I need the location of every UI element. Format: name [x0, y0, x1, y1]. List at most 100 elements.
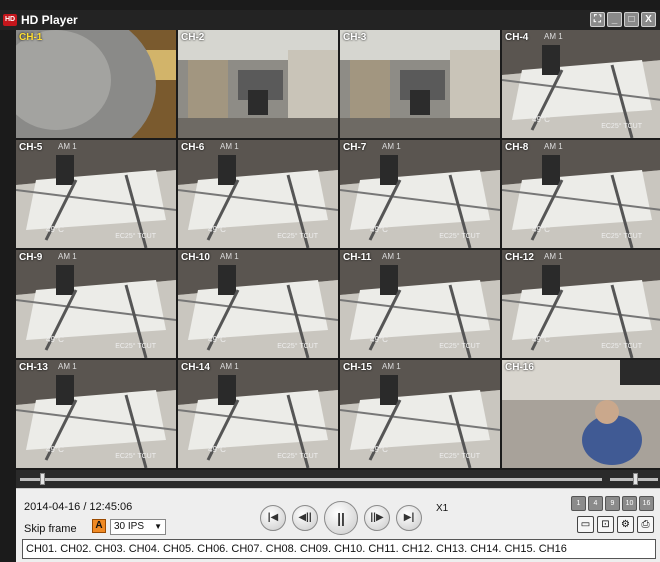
osd-mode-text: AM 1 [544, 252, 563, 261]
video-tile-ch14[interactable]: CH-14 AM 1 49°C EC25° TCUT [178, 360, 338, 468]
channel-label: CH-11 [343, 252, 372, 263]
osd-secondary-text: EC25° TCUT [277, 453, 318, 460]
video-tile-ch13[interactable]: CH-13 AM 1 49°C EC25° TCUT [16, 360, 176, 468]
osd-secondary-text: EC25° TCUT [115, 343, 156, 350]
playback-buttons: |◀ ◀|| || ||▶ ▶| [260, 501, 422, 535]
tool-buttons: ▭ ⊡ ⚙ ⎙ [577, 516, 654, 533]
settings-icon[interactable]: ⚙ [617, 516, 634, 533]
volume-slider-handle[interactable] [633, 473, 639, 485]
video-tile-ch15[interactable]: CH-15 AM 1 49°C EC25° TCUT [340, 360, 500, 468]
chevron-down-icon: ▼ [154, 522, 162, 531]
first-frame-button[interactable]: |◀ [260, 505, 286, 531]
video-tile-ch9[interactable]: CH-9 AM 1 49°C EC25° TCUT [16, 250, 176, 358]
skip-frame-label: Skip frame [24, 523, 77, 535]
channel-label: CH-5 [19, 142, 43, 153]
title-bar[interactable]: HD HD Player ⛶ _ □ X [0, 10, 660, 30]
pause-button[interactable]: || [324, 501, 358, 535]
video-tile-ch5[interactable]: CH-5 AM 1 49°C EC25° TCUT [16, 140, 176, 248]
osd-secondary-text: EC25° TCUT [115, 453, 156, 460]
channel-label: CH-7 [343, 142, 367, 153]
channel-label: CH-4 [505, 32, 529, 43]
osd-secondary-text: EC25° TCUT [439, 343, 480, 350]
osd-temperature: 49°C [208, 335, 226, 344]
layout-1-button[interactable]: 1 [571, 496, 586, 511]
playback-speed: X1 [436, 503, 449, 514]
playback-datetime: 2014-04-16 / 12:45:06 [24, 501, 133, 513]
osd-mode-text: AM 1 [220, 362, 239, 371]
video-tile-ch10[interactable]: CH-10 AM 1 49°C EC25° TCUT [178, 250, 338, 358]
osd-temperature: 49°C [46, 335, 64, 344]
osd-secondary-text: EC25° TCUT [439, 453, 480, 460]
osd-temperature: 49°C [532, 225, 550, 234]
osd-secondary-text: EC25° TCUT [601, 123, 642, 130]
osd-mode-text: AM 1 [544, 142, 563, 151]
video-tile-ch8[interactable]: CH-8 AM 1 49°C EC25° TCUT [502, 140, 660, 248]
channel-label: CH-12 [505, 252, 534, 263]
print-icon[interactable]: ⎙ [637, 516, 654, 533]
timeline-bar [16, 470, 660, 488]
ips-select[interactable]: 30 IPS ▼ [110, 519, 166, 535]
layout-9-button[interactable]: 9 [605, 496, 620, 511]
osd-mode-text: AM 1 [220, 142, 239, 151]
video-tile-ch11[interactable]: CH-11 AM 1 49°C EC25° TCUT [340, 250, 500, 358]
layout-16-button[interactable]: 16 [639, 496, 654, 511]
osd-mode-text: AM 1 [382, 142, 401, 151]
osd-secondary-text: EC25° TCUT [439, 233, 480, 240]
osd-temperature: 49°C [208, 225, 226, 234]
osd-mode-text: AM 1 [382, 252, 401, 261]
channel-label: CH-2 [181, 32, 205, 43]
channel-label: CH-9 [19, 252, 43, 263]
app-logo-icon: HD [3, 14, 17, 26]
last-frame-button[interactable]: ▶| [396, 505, 422, 531]
osd-secondary-text: EC25° TCUT [601, 233, 642, 240]
step-forward-button[interactable]: ||▶ [364, 505, 390, 531]
channel-label: CH-10 [181, 252, 210, 263]
channel-label: CH-13 [19, 362, 48, 373]
osd-secondary-text: EC25° TCUT [601, 343, 642, 350]
video-tile-ch16[interactable]: CH-16 [502, 360, 660, 468]
window-title: HD Player [21, 13, 78, 27]
osd-mode-text: AM 1 [544, 32, 563, 41]
osd-temperature: 49°C [46, 225, 64, 234]
video-tile-ch3[interactable]: CH-3 [340, 30, 500, 138]
minimize-button[interactable]: _ [607, 12, 622, 27]
channel-label: CH-3 [343, 32, 367, 43]
osd-mode-text: AM 1 [382, 362, 401, 371]
channel-label: CH-14 [181, 362, 210, 373]
maximize-button[interactable]: □ [624, 12, 639, 27]
timeline-track[interactable] [20, 478, 602, 481]
auto-skip-icon[interactable]: A [92, 519, 106, 533]
osd-secondary-text: EC25° TCUT [277, 343, 318, 350]
timeline-slider-handle[interactable] [40, 473, 46, 485]
app-window: HD HD Player ⛶ _ □ X CH-1 CH-2 CH-3 CH-4 AM … [0, 0, 660, 562]
video-tile-ch4[interactable]: CH-4 AM 1 49°C EC25° TCUT [502, 30, 660, 138]
osd-mode-text: AM 1 [220, 252, 239, 261]
layout-buttons: 1 4 9 10 16 [571, 496, 654, 511]
video-tile-ch1[interactable]: CH-1 [16, 30, 176, 138]
display-icon[interactable]: ▭ [577, 516, 594, 533]
layout-10-button[interactable]: 10 [622, 496, 637, 511]
channel-label: CH-8 [505, 142, 529, 153]
video-tile-ch12[interactable]: CH-12 AM 1 49°C EC25° TCUT [502, 250, 660, 358]
osd-temperature: 49°C [370, 225, 388, 234]
video-tile-ch2[interactable]: CH-2 [178, 30, 338, 138]
layout-4-button[interactable]: 4 [588, 496, 603, 511]
channel-list-field[interactable]: CH01. CH02. CH03. CH04. CH05. CH06. CH07… [22, 539, 656, 559]
channel-label: CH-1 [19, 32, 43, 43]
fullscreen-button[interactable]: ⛶ [590, 12, 605, 27]
video-tile-ch6[interactable]: CH-6 AM 1 49°C EC25° TCUT [178, 140, 338, 248]
osd-secondary-text: EC25° TCUT [115, 233, 156, 240]
step-back-button[interactable]: ◀|| [292, 505, 318, 531]
folder-icon[interactable]: ⊡ [597, 516, 614, 533]
video-tile-ch7[interactable]: CH-7 AM 1 49°C EC25° TCUT [340, 140, 500, 248]
osd-secondary-text: EC25° TCUT [277, 233, 318, 240]
control-panel: 2014-04-16 / 12:45:06 Skip frame A 30 IP… [16, 488, 660, 562]
channel-label: CH-6 [181, 142, 205, 153]
osd-temperature: 49°C [46, 445, 64, 454]
ips-value: 30 IPS [114, 521, 145, 532]
osd-temperature: 49°C [532, 335, 550, 344]
osd-mode-text: AM 1 [58, 252, 77, 261]
osd-mode-text: AM 1 [58, 362, 77, 371]
osd-temperature: 49°C [532, 115, 550, 124]
close-button[interactable]: X [641, 12, 656, 27]
